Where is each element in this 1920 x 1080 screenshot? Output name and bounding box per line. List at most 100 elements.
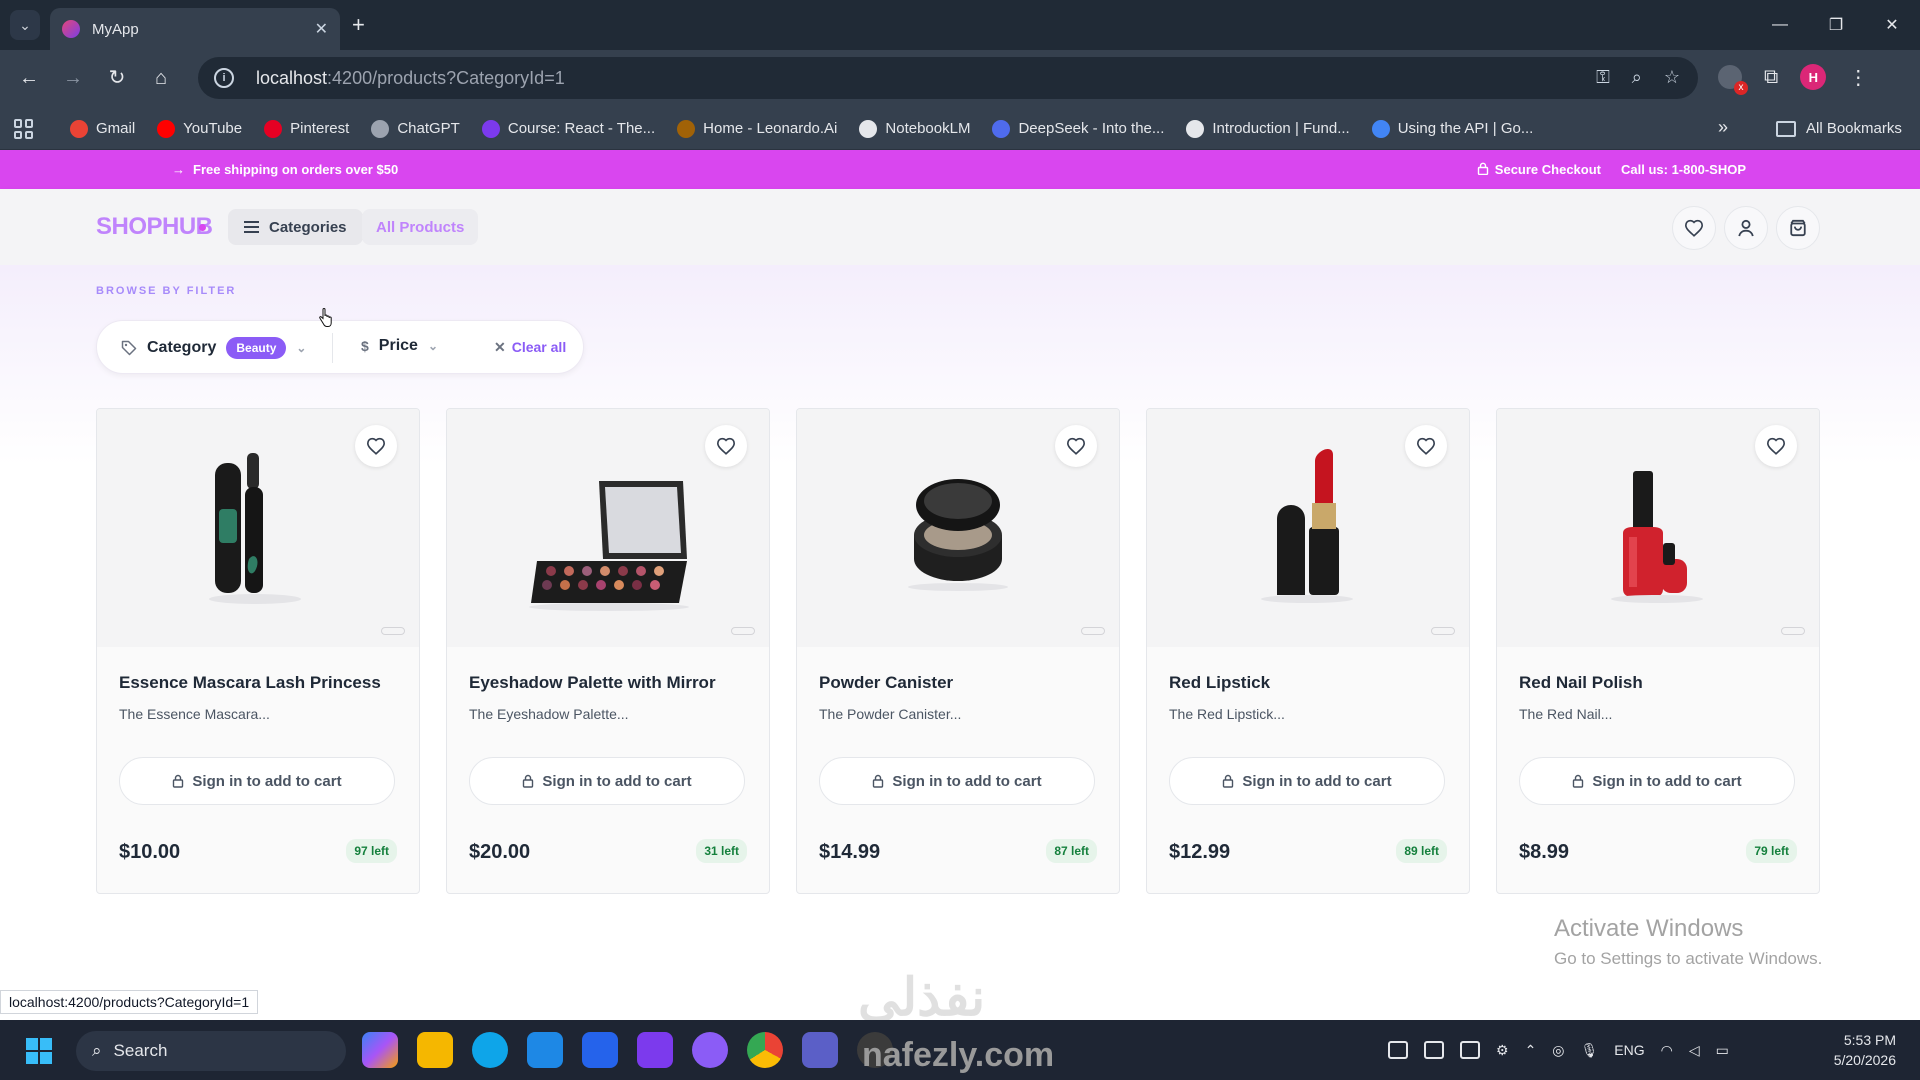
sign-in-to-add-to-cart-button[interactable]: Sign in to add to cart: [819, 757, 1095, 805]
bookmark-item[interactable]: Pinterest: [264, 119, 349, 138]
link-status-bar: localhost:4200/products?CategoryId=1: [0, 990, 259, 1014]
display-icon[interactable]: [1460, 1041, 1480, 1059]
browser-tab[interactable]: MyApp ✕: [50, 8, 340, 50]
add-to-wishlist-button[interactable]: [1755, 425, 1797, 467]
bookmark-item[interactable]: ChatGPT: [371, 119, 460, 138]
product-name[interactable]: Red Nail Polish: [1519, 673, 1643, 693]
copilot-icon[interactable]: [362, 1032, 398, 1068]
edge-app-icon[interactable]: [472, 1032, 508, 1068]
close-tab-icon[interactable]: ✕: [315, 19, 328, 39]
profile-avatar[interactable]: H: [1800, 64, 1827, 90]
categories-button[interactable]: Categories: [228, 209, 363, 245]
site-logo[interactable]: SHOPHUB: [96, 213, 213, 241]
product-name[interactable]: Essence Mascara Lash Princess: [119, 673, 381, 693]
sign-in-to-add-to-cart-button[interactable]: Sign in to add to cart: [1519, 757, 1795, 805]
price-filter-dropdown[interactable]: $ Price ⌄: [361, 337, 438, 355]
bookmark-item[interactable]: NotebookLM: [859, 119, 970, 138]
microphone-icon[interactable]: 🎙: [1581, 1042, 1599, 1059]
bookmark-label: ChatGPT: [397, 120, 460, 137]
back-icon[interactable]: ←: [16, 66, 42, 90]
heart-icon: [1766, 437, 1786, 455]
sign-in-to-add-to-cart-button[interactable]: Sign in to add to cart: [469, 757, 745, 805]
heart-icon: [1066, 437, 1086, 455]
folder-icon: [1776, 120, 1796, 137]
file-explorer-icon[interactable]: [417, 1032, 453, 1068]
vscode-icon[interactable]: [582, 1032, 618, 1068]
extension-icon[interactable]: [1718, 65, 1748, 95]
dollar-icon: $: [361, 338, 369, 354]
promo-shipping-text: Free shipping on orders over $50: [193, 162, 399, 177]
browser-menu-icon[interactable]: ⋮: [1848, 65, 1868, 90]
language-indicator[interactable]: ENG: [1614, 1042, 1644, 1058]
product-card[interactable]: Powder Canister The Powder Canister... S…: [796, 408, 1120, 894]
add-to-wishlist-button[interactable]: [355, 425, 397, 467]
extensions-puzzle-icon[interactable]: ⧉: [1764, 66, 1778, 89]
bookmark-item[interactable]: Using the API | Go...: [1371, 119, 1533, 138]
product-name[interactable]: Red Lipstick: [1169, 673, 1270, 693]
windows-start-icon[interactable]: [26, 1038, 52, 1064]
account-button[interactable]: [1724, 206, 1768, 250]
zoom-icon[interactable]: ⌕: [1632, 67, 1642, 88]
address-bar[interactable]: i localhost:4200/products?CategoryId=1 ⚿…: [198, 57, 1698, 99]
password-key-icon[interactable]: ⚿: [1596, 67, 1610, 88]
tag-icon: [121, 340, 137, 356]
home-icon[interactable]: ⌂: [148, 66, 174, 90]
taskbar-clock[interactable]: 5:53 PM 5/20/2026: [1834, 1030, 1896, 1070]
taskbar-search[interactable]: ⌕ Search: [76, 1031, 346, 1071]
lock-icon: [1223, 774, 1234, 788]
battery-icon[interactable]: ▭: [1716, 1042, 1729, 1059]
close-window-icon[interactable]: ✕: [1864, 0, 1920, 50]
all-products-link[interactable]: All Products: [362, 209, 479, 245]
tab-search-button[interactable]: ⌄: [10, 10, 40, 40]
visual-studio-icon[interactable]: [637, 1032, 673, 1068]
bookmark-item[interactable]: YouTube: [157, 119, 242, 138]
bookmark-item[interactable]: Course: React - The...: [481, 119, 655, 138]
product-name[interactable]: Powder Canister: [819, 673, 953, 693]
add-to-wishlist-button[interactable]: [1055, 425, 1097, 467]
teams-icon[interactable]: [802, 1032, 838, 1068]
bookmark-item[interactable]: Gmail: [70, 119, 135, 138]
sign-in-to-add-to-cart-button[interactable]: Sign in to add to cart: [1169, 757, 1445, 805]
restore-icon[interactable]: ❐: [1808, 0, 1864, 50]
video-icon[interactable]: [1424, 1041, 1444, 1059]
product-card[interactable]: Red Lipstick The Red Lipstick... Sign in…: [1146, 408, 1470, 894]
add-to-wishlist-button[interactable]: [705, 425, 747, 467]
product-grid: Essence Mascara Lash Princess The Essenc…: [96, 408, 1820, 894]
bookmark-favicon-icon: [859, 119, 878, 138]
volume-icon[interactable]: ◁: [1689, 1042, 1700, 1059]
more-bookmarks-icon[interactable]: »: [1718, 117, 1728, 138]
reload-icon[interactable]: ↻: [104, 66, 130, 90]
chrome-icon[interactable]: [747, 1032, 783, 1068]
heart-icon: [1416, 437, 1436, 455]
bookmark-item[interactable]: Home - Leonardo.Ai: [677, 119, 837, 138]
product-card[interactable]: Eyeshadow Palette with Mirror The Eyesha…: [446, 408, 770, 894]
all-bookmarks-button[interactable]: All Bookmarks: [1776, 107, 1902, 150]
category-filter-dropdown[interactable]: Category Beauty ⌄: [121, 337, 306, 359]
app-icon[interactable]: [692, 1032, 728, 1068]
product-card[interactable]: Essence Mascara Lash Princess The Essenc…: [96, 408, 420, 894]
minimize-icon[interactable]: —: [1752, 0, 1808, 50]
chevron-up-icon[interactable]: ⌃: [1525, 1042, 1537, 1059]
vpn-app-icon[interactable]: [527, 1032, 563, 1068]
site-info-icon[interactable]: i: [214, 68, 234, 88]
category-selected-badge: Beauty: [226, 337, 287, 359]
add-to-wishlist-button[interactable]: [1405, 425, 1447, 467]
sign-in-to-add-to-cart-button[interactable]: Sign in to add to cart: [119, 757, 395, 805]
apps-grid-icon[interactable]: [14, 119, 34, 139]
wifi-icon[interactable]: ◠: [1661, 1042, 1673, 1059]
cart-button[interactable]: [1776, 206, 1820, 250]
sync-icon[interactable]: ◎: [1552, 1042, 1564, 1059]
logo-dot: [199, 224, 206, 231]
camera-icon[interactable]: [1388, 1041, 1408, 1059]
bookmark-item[interactable]: Introduction | Fund...: [1186, 119, 1350, 138]
bookmark-item[interactable]: DeepSeek - Into the...: [992, 119, 1164, 138]
system-tray: ⚙ ⌃ ◎ 🎙 ENG ◠ ◁ ▭: [1388, 1020, 1729, 1080]
settings-gear-icon[interactable]: ⚙: [1496, 1042, 1509, 1059]
new-tab-button[interactable]: +: [352, 12, 365, 38]
bookmark-star-icon[interactable]: ☆: [1664, 67, 1680, 88]
clear-all-filters-button[interactable]: ✕ Clear all: [494, 339, 566, 356]
wishlist-button[interactable]: [1672, 206, 1716, 250]
product-name[interactable]: Eyeshadow Palette with Mirror: [469, 673, 716, 693]
product-card[interactable]: Red Nail Polish The Red Nail... Sign in …: [1496, 408, 1820, 894]
forward-icon[interactable]: →: [60, 66, 86, 90]
